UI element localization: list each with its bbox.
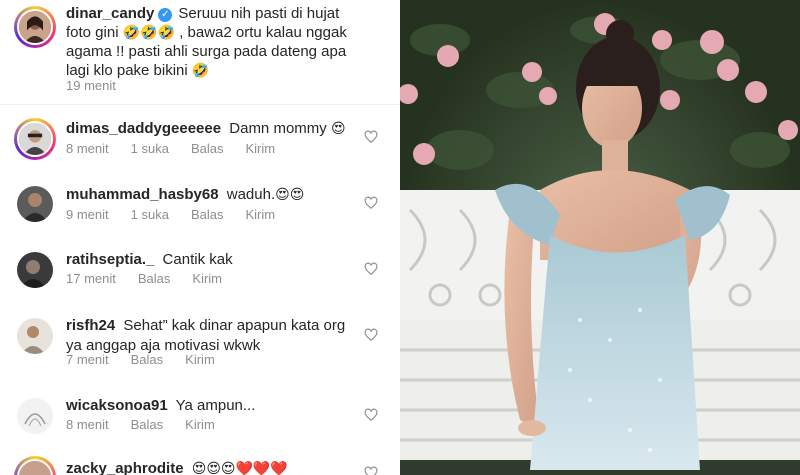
reply-button[interactable]: Balas — [131, 352, 164, 367]
comment-text: zacky_aphrodite 😍😍😍❤️❤️❤️ — [66, 458, 356, 475]
comment-text: dimas_daddygeeeeee Damn mommy 😍 — [66, 118, 356, 139]
comment-body: waduh. — [226, 186, 276, 203]
commenter-avatar[interactable] — [17, 398, 53, 434]
commenter-avatar[interactable] — [17, 252, 53, 288]
rofl-emoji-icon: 🤣 — [157, 24, 176, 40]
reply-button[interactable]: Balas — [131, 417, 164, 432]
caption-line2a: foto gini — [66, 24, 119, 41]
heart-eyes-emoji-icon: 😍😍 — [275, 186, 305, 202]
heart-eyes-emoji-icon: 😍 — [330, 120, 346, 136]
comment-body-line1: Sehat” kak dinar apapun kata org — [123, 317, 346, 334]
post-photo — [400, 0, 800, 475]
comment-item: ratihseptia._ Cantik kak 17 menit Balas … — [0, 250, 400, 314]
comment-time: 7 menit — [66, 352, 109, 367]
avatar-image-icon — [19, 123, 51, 155]
comment-meta: 8 menit Balas Kirim — [66, 417, 215, 432]
like-heart-icon[interactable] — [364, 130, 378, 144]
comment-username[interactable]: ratihseptia._ — [66, 251, 154, 268]
comment-likes[interactable]: 1 suka — [131, 207, 169, 222]
commenter-avatar[interactable] — [14, 456, 56, 475]
comment-username[interactable]: risfh24 — [66, 317, 115, 334]
comment-item: muhammad_hasby68 waduh.😍😍 9 menit 1 suka… — [0, 184, 400, 248]
avatar-image-icon — [17, 398, 53, 434]
caption-line2b: , bawa2 ortu kalau nggak — [179, 24, 347, 41]
comment-username[interactable]: muhammad_hasby68 — [66, 186, 219, 203]
comment-meta: 8 menit 1 suka Balas Kirim — [66, 141, 275, 156]
caption-text: dinar_candy ✓ Seruuu nih pasti di hujat fo… — [66, 4, 376, 80]
avatar-image-icon — [19, 11, 51, 43]
send-button[interactable]: Kirim — [245, 141, 275, 156]
comment-item: zacky_aphrodite 😍😍😍❤️❤️❤️ — [0, 456, 400, 475]
comment-time: 8 menit — [66, 141, 109, 156]
comment-item: dimas_daddygeeeeee Damn mommy 😍 8 menit … — [0, 118, 400, 182]
caption-line4: lagi klo pake bikini — [66, 62, 188, 79]
comment-time: 9 menit — [66, 207, 109, 222]
comment-text: risfh24 Sehat” kak dinar apapun kata org… — [66, 316, 356, 356]
commenter-avatar[interactable] — [14, 118, 56, 160]
avatar-image-icon — [17, 252, 53, 288]
comment-username[interactable]: wicaksonoa91 — [66, 397, 168, 414]
photo-image — [400, 0, 800, 475]
comment-meta: 7 menit Balas Kirim — [66, 352, 215, 367]
comment-username[interactable]: dimas_daddygeeeeee — [66, 120, 221, 137]
caption-line3: agama !! pasti ahli surga pada dateng ap… — [66, 43, 347, 60]
comment-meta: 9 menit 1 suka Balas Kirim — [66, 207, 275, 222]
comment-body: Ya ampun... — [175, 397, 256, 414]
caption-username[interactable]: dinar_candy — [66, 5, 154, 22]
comment-text: muhammad_hasby68 waduh.😍😍 — [66, 184, 356, 205]
like-heart-icon[interactable] — [364, 466, 378, 475]
comment-meta: 17 menit Balas Kirim — [66, 271, 222, 286]
post-caption: dinar_candy ✓ Seruuu nih pasti di hujat fo… — [0, 0, 400, 105]
send-button[interactable]: Kirim — [185, 417, 215, 432]
comments-panel: dinar_candy ✓ Seruuu nih pasti di hujat fo… — [0, 0, 400, 475]
rofl-emoji-icon: 🤣 — [191, 62, 210, 78]
comment-text: ratihseptia._ Cantik kak — [66, 250, 356, 270]
avatar-image-icon — [17, 186, 53, 222]
caption-timestamp: 19 menit — [66, 78, 116, 93]
comment-username[interactable]: zacky_aphrodite — [66, 460, 184, 475]
comment-body: Damn mommy — [229, 120, 327, 137]
reply-button[interactable]: Balas — [191, 207, 224, 222]
comment-item: risfh24 Sehat” kak dinar apapun kata org… — [0, 316, 400, 382]
commenter-avatar[interactable] — [17, 318, 53, 354]
caption-line1: Seruuu nih pasti di hujat — [178, 5, 340, 22]
comment-text: wicaksonoa91 Ya ampun... — [66, 396, 356, 416]
reply-button[interactable]: Balas — [191, 141, 224, 156]
avatar-image-icon — [17, 318, 53, 354]
reply-button[interactable]: Balas — [138, 271, 171, 286]
comment-likes[interactable]: 1 suka — [131, 141, 169, 156]
verified-badge-icon: ✓ — [158, 8, 173, 22]
comment-time: 17 menit — [66, 271, 116, 286]
comment-body: Cantik kak — [162, 251, 233, 268]
heart-emoji-icon: 😍😍😍❤️❤️❤️ — [191, 460, 288, 475]
comment-time: 8 menit — [66, 417, 109, 432]
like-heart-icon[interactable] — [364, 408, 378, 422]
like-heart-icon[interactable] — [364, 328, 378, 342]
like-heart-icon[interactable] — [364, 196, 378, 210]
rofl-emoji-icon: 🤣 — [140, 24, 158, 40]
send-button[interactable]: Kirim — [245, 207, 275, 222]
commenter-avatar[interactable] — [17, 186, 53, 222]
send-button[interactable]: Kirim — [192, 271, 222, 286]
send-button[interactable]: Kirim — [185, 352, 215, 367]
avatar-image-icon — [19, 461, 51, 475]
caption-avatar[interactable] — [14, 6, 56, 48]
comment-item: wicaksonoa91 Ya ampun... 8 menit Balas K… — [0, 396, 400, 460]
like-heart-icon[interactable] — [364, 262, 378, 276]
rofl-emoji-icon: 🤣 — [122, 24, 141, 40]
